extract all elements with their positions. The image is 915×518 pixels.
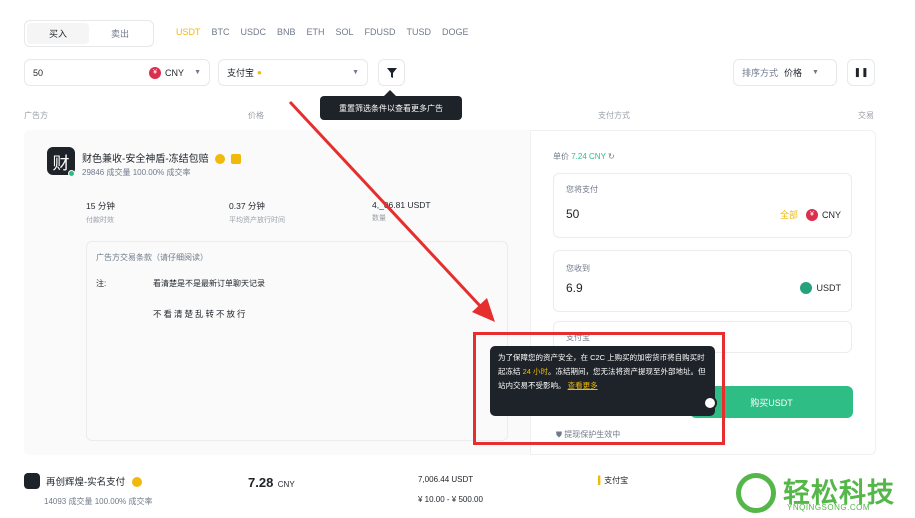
order-limit: ¥ 10.00 - ¥ 500.00 [418, 495, 483, 504]
merchant-name[interactable]: 再创辉煌-实名支付 [46, 474, 142, 488]
price-unit: CNY [277, 480, 295, 489]
payment-method-name: 支付宝 [604, 476, 629, 485]
available-amount: 7,006.44 USDT [418, 475, 474, 484]
merchant-stats: 14093 成交量 100.00% 成交率 [44, 497, 153, 506]
ad-price: 7.28 CNY [248, 474, 295, 492]
watermark-logo: 轻松科技 YNQINGSONG.COM [733, 468, 915, 518]
verified-icon [131, 477, 142, 488]
payment-method-tag: ▍支付宝 [598, 475, 628, 486]
leaf-logo-icon [736, 473, 776, 513]
watermark-en: YNQINGSONG.COM [787, 503, 871, 512]
price-value: 7.28 [248, 475, 274, 490]
merchant-name-text: 再创辉煌-实名支付 [46, 477, 126, 488]
avatar[interactable] [24, 473, 40, 489]
annotation-arrow [288, 100, 495, 322]
